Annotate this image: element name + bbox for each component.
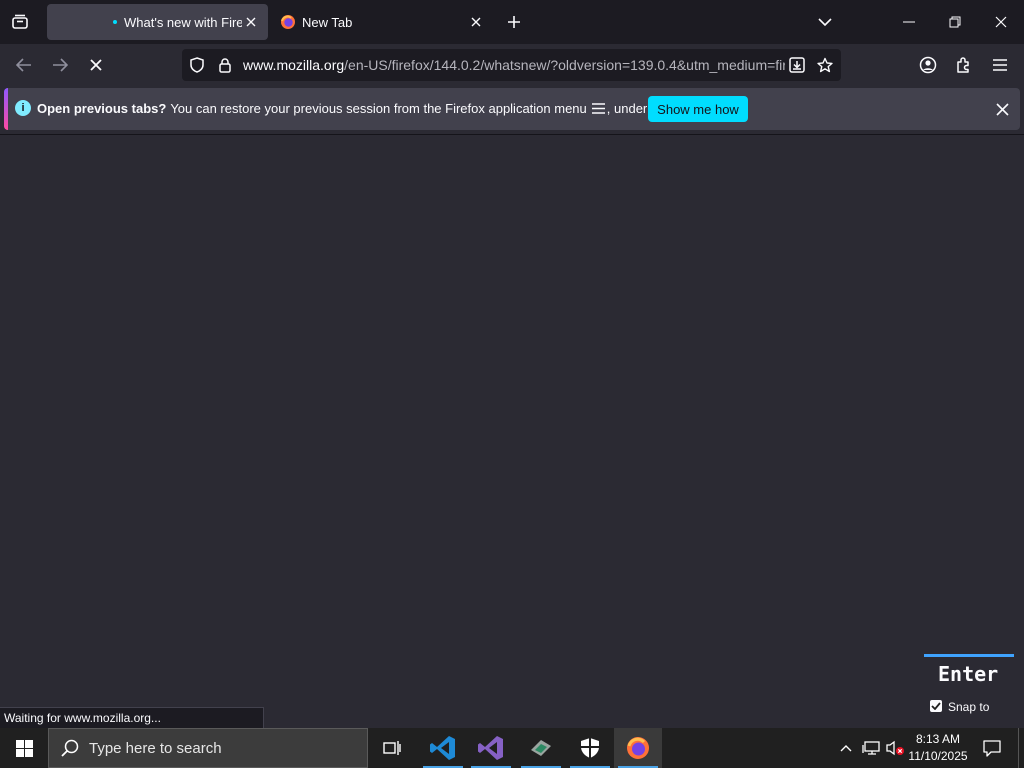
taskbar-clock[interactable]: 8:13 AM 11/10/2025 bbox=[906, 731, 970, 765]
forward-button[interactable] bbox=[45, 50, 75, 80]
snap-checkbox[interactable] bbox=[930, 700, 942, 712]
extensions-button[interactable] bbox=[949, 50, 979, 80]
url-text[interactable]: www.mozilla.org/en-US/firefox/144.0.2/wh… bbox=[243, 57, 785, 75]
task-view-icon bbox=[383, 741, 401, 755]
lock-icon bbox=[219, 57, 231, 73]
clock-date: 11/10/2025 bbox=[908, 749, 968, 763]
firefox-icon bbox=[281, 15, 295, 29]
start-button[interactable] bbox=[0, 728, 48, 768]
taskbar-security[interactable] bbox=[566, 728, 614, 768]
stop-button[interactable] bbox=[81, 50, 111, 80]
app-icon bbox=[531, 740, 551, 756]
tab-whats-new[interactable]: What's new with Firefox 144 bbox=[47, 4, 268, 40]
status-panel: Waiting for www.mozilla.org... bbox=[0, 707, 264, 728]
arrow-left-icon bbox=[16, 58, 31, 72]
loading-dot-icon bbox=[113, 20, 117, 24]
tab-strip: What's new with Firefox 144 New Tab bbox=[0, 0, 1024, 44]
window-close-button[interactable] bbox=[978, 0, 1024, 44]
navigation-toolbar: www.mozilla.org/en-US/firefox/144.0.2/wh… bbox=[0, 44, 1024, 86]
star-icon bbox=[817, 57, 833, 73]
show-me-how-button[interactable]: Show me how bbox=[648, 96, 748, 122]
taskbar-search[interactable]: Type here to search bbox=[48, 728, 368, 768]
snap-label: Snap to bbox=[948, 700, 990, 714]
search-placeholder: Type here to search bbox=[89, 740, 222, 757]
key-label: Enter bbox=[938, 662, 999, 686]
overlay-accent-bar bbox=[924, 654, 1014, 657]
new-tab-button[interactable] bbox=[502, 10, 526, 34]
notifications-button[interactable] bbox=[978, 728, 1006, 768]
page-content[interactable] bbox=[0, 135, 1024, 728]
tracking-protection-button[interactable] bbox=[187, 55, 207, 75]
plus-icon bbox=[508, 16, 520, 28]
visual-studio-icon bbox=[478, 736, 503, 760]
save-to-pocket-button[interactable] bbox=[787, 55, 807, 75]
download-icon bbox=[789, 57, 805, 73]
minimize-icon bbox=[903, 21, 915, 23]
firefox-icon bbox=[627, 737, 649, 759]
clock-time: 8:13 AM bbox=[915, 732, 961, 746]
restore-icon bbox=[949, 16, 961, 28]
shield-icon bbox=[581, 738, 599, 758]
taskbar: Type here to search 8:13 AM 11/10/2025 bbox=[0, 728, 1024, 768]
tab-groups-button[interactable] bbox=[6, 10, 34, 34]
tab-list-icon bbox=[12, 14, 28, 29]
account-button[interactable] bbox=[913, 50, 943, 80]
notification-text: You can restore your previous session fr… bbox=[170, 101, 587, 116]
restore-session-notification: i Open previous tabs? You can restore yo… bbox=[4, 88, 1020, 130]
notification-title: Open previous tabs? bbox=[37, 101, 167, 116]
minimize-button[interactable] bbox=[886, 0, 932, 44]
url-host: www.mozilla.org bbox=[243, 57, 345, 73]
chevron-up-icon bbox=[840, 745, 852, 752]
screen: What's new with Firefox 144 New Tab bbox=[0, 0, 1024, 768]
notification-icon bbox=[983, 739, 1001, 757]
close-icon bbox=[995, 16, 1007, 28]
hamburger-icon bbox=[591, 103, 605, 114]
shield-icon bbox=[190, 57, 204, 73]
arrow-right-icon bbox=[53, 58, 68, 72]
stop-icon bbox=[90, 59, 102, 71]
tab-title: What's new with Firefox 144 bbox=[124, 15, 242, 30]
url-bar[interactable]: www.mozilla.org/en-US/firefox/144.0.2/wh… bbox=[182, 49, 841, 81]
windows-icon bbox=[15, 739, 33, 757]
tab-close-button[interactable] bbox=[242, 13, 260, 31]
vscode-icon bbox=[430, 736, 455, 760]
site-info-button[interactable] bbox=[215, 55, 235, 75]
checkmark-icon bbox=[931, 702, 941, 710]
close-icon bbox=[246, 17, 256, 27]
back-button[interactable] bbox=[9, 50, 39, 80]
show-hidden-icons-button[interactable] bbox=[836, 728, 856, 768]
close-icon bbox=[471, 17, 481, 27]
search-icon bbox=[61, 739, 79, 757]
taskbar-visual-studio[interactable] bbox=[467, 728, 515, 768]
network-button[interactable] bbox=[860, 728, 882, 768]
key-overlay: Enter Snap to bbox=[924, 654, 1014, 720]
chevron-down-icon bbox=[818, 18, 832, 27]
url-path: /en-US/firefox/144.0.2/whatsnew/?oldvers… bbox=[344, 57, 785, 73]
network-icon bbox=[862, 741, 880, 755]
info-icon: i bbox=[15, 100, 31, 116]
app-menu-button[interactable] bbox=[985, 50, 1015, 80]
volume-muted-icon bbox=[886, 740, 904, 756]
task-view-button[interactable] bbox=[368, 728, 416, 768]
show-desktop-button[interactable] bbox=[1018, 728, 1024, 768]
notification-close-button[interactable] bbox=[992, 99, 1012, 119]
tab-new-tab[interactable]: New Tab bbox=[270, 4, 493, 40]
hamburger-icon bbox=[993, 59, 1007, 71]
tab-close-button[interactable] bbox=[467, 13, 485, 31]
notification-accent bbox=[4, 88, 8, 130]
account-icon bbox=[919, 56, 937, 74]
bookmark-button[interactable] bbox=[815, 55, 835, 75]
taskbar-app[interactable] bbox=[517, 728, 565, 768]
tab-title: New Tab bbox=[302, 15, 353, 30]
volume-button[interactable] bbox=[884, 728, 906, 768]
restore-button[interactable] bbox=[932, 0, 978, 44]
taskbar-vscode[interactable] bbox=[419, 728, 467, 768]
notification-message: Open previous tabs? You can restore your… bbox=[37, 101, 694, 116]
close-icon bbox=[995, 102, 1009, 116]
puzzle-icon bbox=[957, 57, 969, 73]
list-all-tabs-button[interactable] bbox=[813, 10, 837, 34]
taskbar-firefox[interactable] bbox=[614, 728, 662, 768]
